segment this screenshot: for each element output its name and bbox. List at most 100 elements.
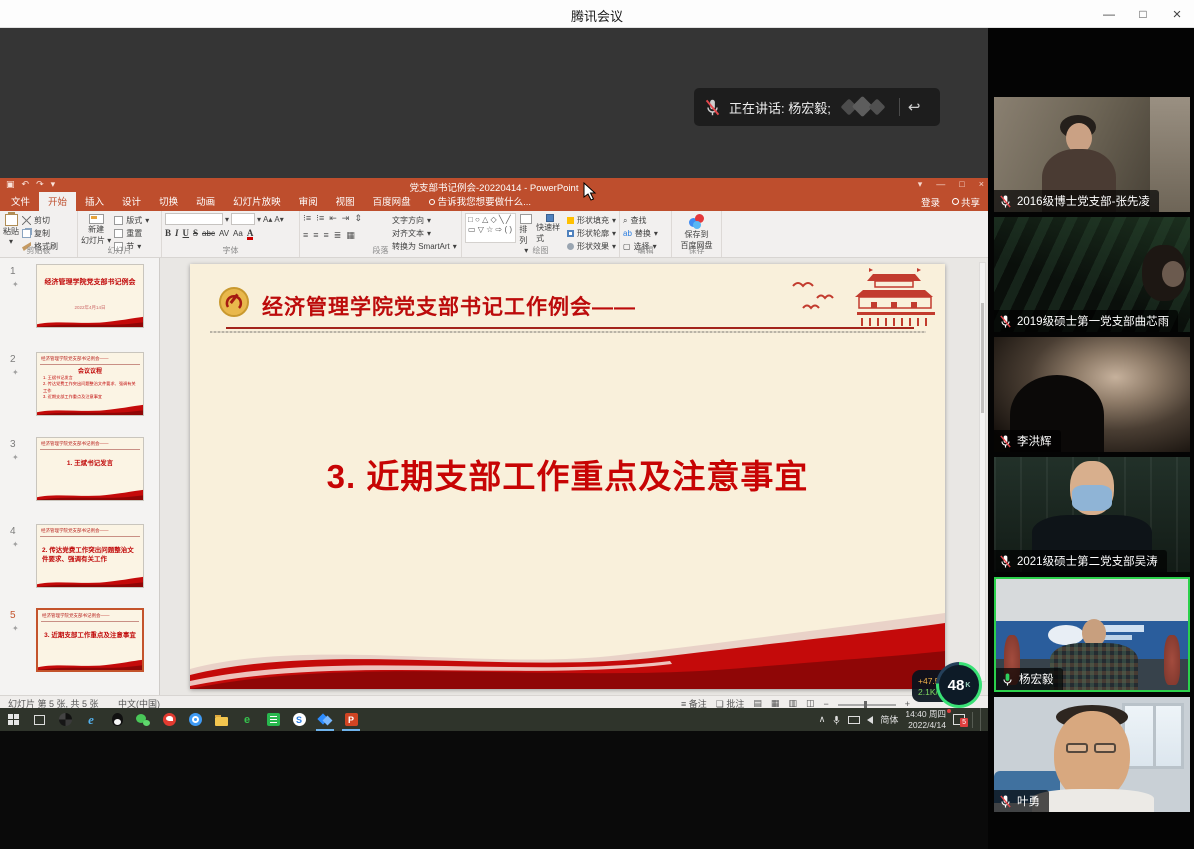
text-direction-button[interactable]: 文字方向▾ xyxy=(392,215,457,226)
participant-tile[interactable]: 2021级硕士第二党支部吴涛 xyxy=(994,457,1190,572)
ppt-minimize-button[interactable]: — xyxy=(936,179,945,190)
taskbar-app-qq[interactable] xyxy=(104,708,130,731)
participant-tile-speaking[interactable]: 杨宏毅 xyxy=(994,577,1190,692)
find-button[interactable]: ⌕查找 xyxy=(623,215,668,226)
editor-scrollbar[interactable] xyxy=(979,262,986,682)
close-button[interactable]: × xyxy=(1160,0,1194,28)
change-case-button[interactable]: Aa xyxy=(233,229,243,238)
tab-home[interactable]: 开始 xyxy=(39,192,76,211)
tab-file[interactable]: 文件 xyxy=(2,192,39,211)
italic-button[interactable]: I xyxy=(175,228,179,238)
copy-button[interactable]: 复制 xyxy=(22,228,58,239)
show-desktop-button[interactable] xyxy=(980,708,984,731)
powerpoint-window: ▣ ↶ ↷ ▾ 党支部书记例会-20220414 - PowerPoint ▾ … xyxy=(0,178,988,708)
slide-thumbnail-1[interactable]: 经济管理学院党支部书记例会 2022年4月14日 xyxy=(36,264,144,328)
reply-icon[interactable]: ↩ xyxy=(908,100,921,115)
participant-tile[interactable]: 2019级硕士第一党支部曲芯雨 xyxy=(994,217,1190,332)
tab-view[interactable]: 视图 xyxy=(327,192,364,211)
replace-button[interactable]: ab替换▾ xyxy=(623,228,668,239)
taskbar-app-red-browser[interactable] xyxy=(156,708,182,731)
tray-mic-icon[interactable] xyxy=(832,714,841,726)
minimize-button[interactable]: — xyxy=(1092,0,1126,28)
taskbar-app-pinwheel[interactable] xyxy=(52,708,78,731)
ppt-ribbon-options-icon[interactable]: ▾ xyxy=(918,179,923,190)
zoom-slider[interactable] xyxy=(838,704,896,706)
clock[interactable]: 14:40 周四 2022/4/14 xyxy=(905,709,946,729)
arrange-icon xyxy=(520,214,532,224)
font-size-input[interactable] xyxy=(231,213,255,225)
ppt-close-button[interactable]: × xyxy=(979,179,984,190)
taskbar-app-wechat[interactable] xyxy=(130,708,156,731)
floating-speed-ball[interactable]: 48K xyxy=(936,662,982,708)
volume-icon[interactable] xyxy=(867,716,873,724)
face-mask xyxy=(1072,485,1112,511)
tab-review[interactable]: 审阅 xyxy=(290,192,327,211)
taskbar-app-green-e[interactable]: e xyxy=(234,708,260,731)
ppt-maximize-button[interactable]: □ xyxy=(959,179,964,190)
layout-button[interactable]: 版式▾ xyxy=(114,215,149,226)
tab-baidu-netdisk[interactable]: 百度网盘 xyxy=(364,192,420,211)
zoom-in-button[interactable]: + xyxy=(905,699,910,709)
slide-thumbnail-4[interactable]: 经济管理学院党支部书记例会—— 2. 传达党费工作突出问题整治文件要求、强调有关… xyxy=(36,524,144,588)
participant-tile[interactable]: 李洪辉 xyxy=(994,337,1190,452)
strike-button[interactable]: S xyxy=(193,228,198,238)
char-spacing-button[interactable]: AV xyxy=(219,229,229,238)
shrink-font-button[interactable]: A▾ xyxy=(274,215,283,224)
mic-muted-icon xyxy=(704,98,721,117)
taskbar-app-quark[interactable] xyxy=(182,708,208,731)
align-text-button[interactable]: 对齐文本▾ xyxy=(392,228,457,239)
tell-me-box[interactable]: 告诉我您想要做什么... xyxy=(420,192,540,211)
action-center-icon[interactable]: 5 xyxy=(953,714,965,725)
file-explorer-button[interactable] xyxy=(208,708,234,731)
paste-button[interactable]: 粘贴▾ xyxy=(3,213,19,246)
tab-slideshow[interactable]: 幻灯片放映 xyxy=(224,192,290,211)
shape-fill-button[interactable]: 形状填充▾ xyxy=(567,215,616,226)
participant-name: 叶勇 xyxy=(1017,793,1040,809)
slide-thumbnail-2[interactable]: 经济管理学院党支部书记例会—— 会议议程 1. 王斌书记发言 2. 传达党费工作… xyxy=(36,352,144,416)
network-icon[interactable] xyxy=(848,716,860,724)
meeting-titlebar: 腾讯会议 — □ × xyxy=(0,0,1194,28)
shape-outline-button[interactable]: 形状轮廓▾ xyxy=(567,228,616,239)
tab-design[interactable]: 设计 xyxy=(113,192,150,211)
transition-star-icon: ✦ xyxy=(12,540,19,549)
bold-button[interactable]: B xyxy=(165,228,171,238)
participant-tile[interactable]: 叶勇 xyxy=(994,697,1190,812)
slide-thumbnail-5-selected[interactable]: 经济管理学院党支部书记例会—— 3. 近期支部工作重点及注意事宜 xyxy=(36,608,144,672)
wechat-icon xyxy=(136,714,150,726)
share-button[interactable]: 共享 xyxy=(952,195,980,209)
baidu-netdisk-icon xyxy=(689,214,704,229)
quick-styles-button[interactable]: 快速样式 xyxy=(536,213,564,246)
tab-insert[interactable]: 插入 xyxy=(76,192,113,211)
cut-button[interactable]: 剪切 xyxy=(22,215,58,226)
font-color-button[interactable]: A xyxy=(247,228,254,238)
tray-expand-icon[interactable]: ∧ xyxy=(819,714,826,725)
zoom-out-button[interactable]: − xyxy=(823,699,828,709)
task-view-button[interactable] xyxy=(26,708,52,731)
new-slide-button[interactable]: 新建幻灯片 ▾ xyxy=(81,213,111,246)
taskbar-app-tencent-meeting[interactable] xyxy=(312,708,338,731)
tab-transitions[interactable]: 切换 xyxy=(150,192,187,211)
maximize-button[interactable]: □ xyxy=(1126,0,1160,28)
start-button[interactable] xyxy=(0,708,26,731)
signin-link[interactable]: 登录 xyxy=(921,195,940,209)
mic-muted-icon xyxy=(999,794,1012,809)
list-indent-buttons[interactable]: ⁝≡⁝≡⇤⇥⇕ xyxy=(303,213,389,224)
ime-indicator[interactable]: 简体 xyxy=(880,713,898,726)
participant-tile[interactable]: 2016级博士党支部-张先凌 xyxy=(994,97,1190,212)
slide-thumbnail-3[interactable]: 经济管理学院党支部书记例会—— 1. 王斌书记发言 xyxy=(36,437,144,501)
underline-button[interactable]: U xyxy=(183,228,190,238)
taskbar-app-sogou[interactable]: S xyxy=(286,708,312,731)
taskbar-app-green-notes[interactable] xyxy=(260,708,286,731)
taskbar-app-ie[interactable]: e xyxy=(78,708,104,731)
grow-font-button[interactable]: A▴ xyxy=(263,215,272,224)
arrange-button[interactable]: 排列▾ xyxy=(519,213,533,246)
taskbar-app-powerpoint[interactable]: P xyxy=(338,708,364,731)
tab-animations[interactable]: 动画 xyxy=(187,192,224,211)
speaking-banner: 正在讲话: 杨宏毅; ↩ xyxy=(694,88,940,126)
reset-button[interactable]: 重置 xyxy=(114,228,149,239)
font-name-input[interactable] xyxy=(165,213,223,225)
shapes-gallery[interactable]: □ ○ △ ◇ ╲ ╱ ▭ ▽ ☆ ⇨ ( ) xyxy=(465,213,516,243)
align-buttons[interactable]: ≡≡≡≣▦ xyxy=(303,230,389,241)
shadow-button[interactable]: abc xyxy=(202,229,215,238)
letterbox xyxy=(0,731,988,849)
